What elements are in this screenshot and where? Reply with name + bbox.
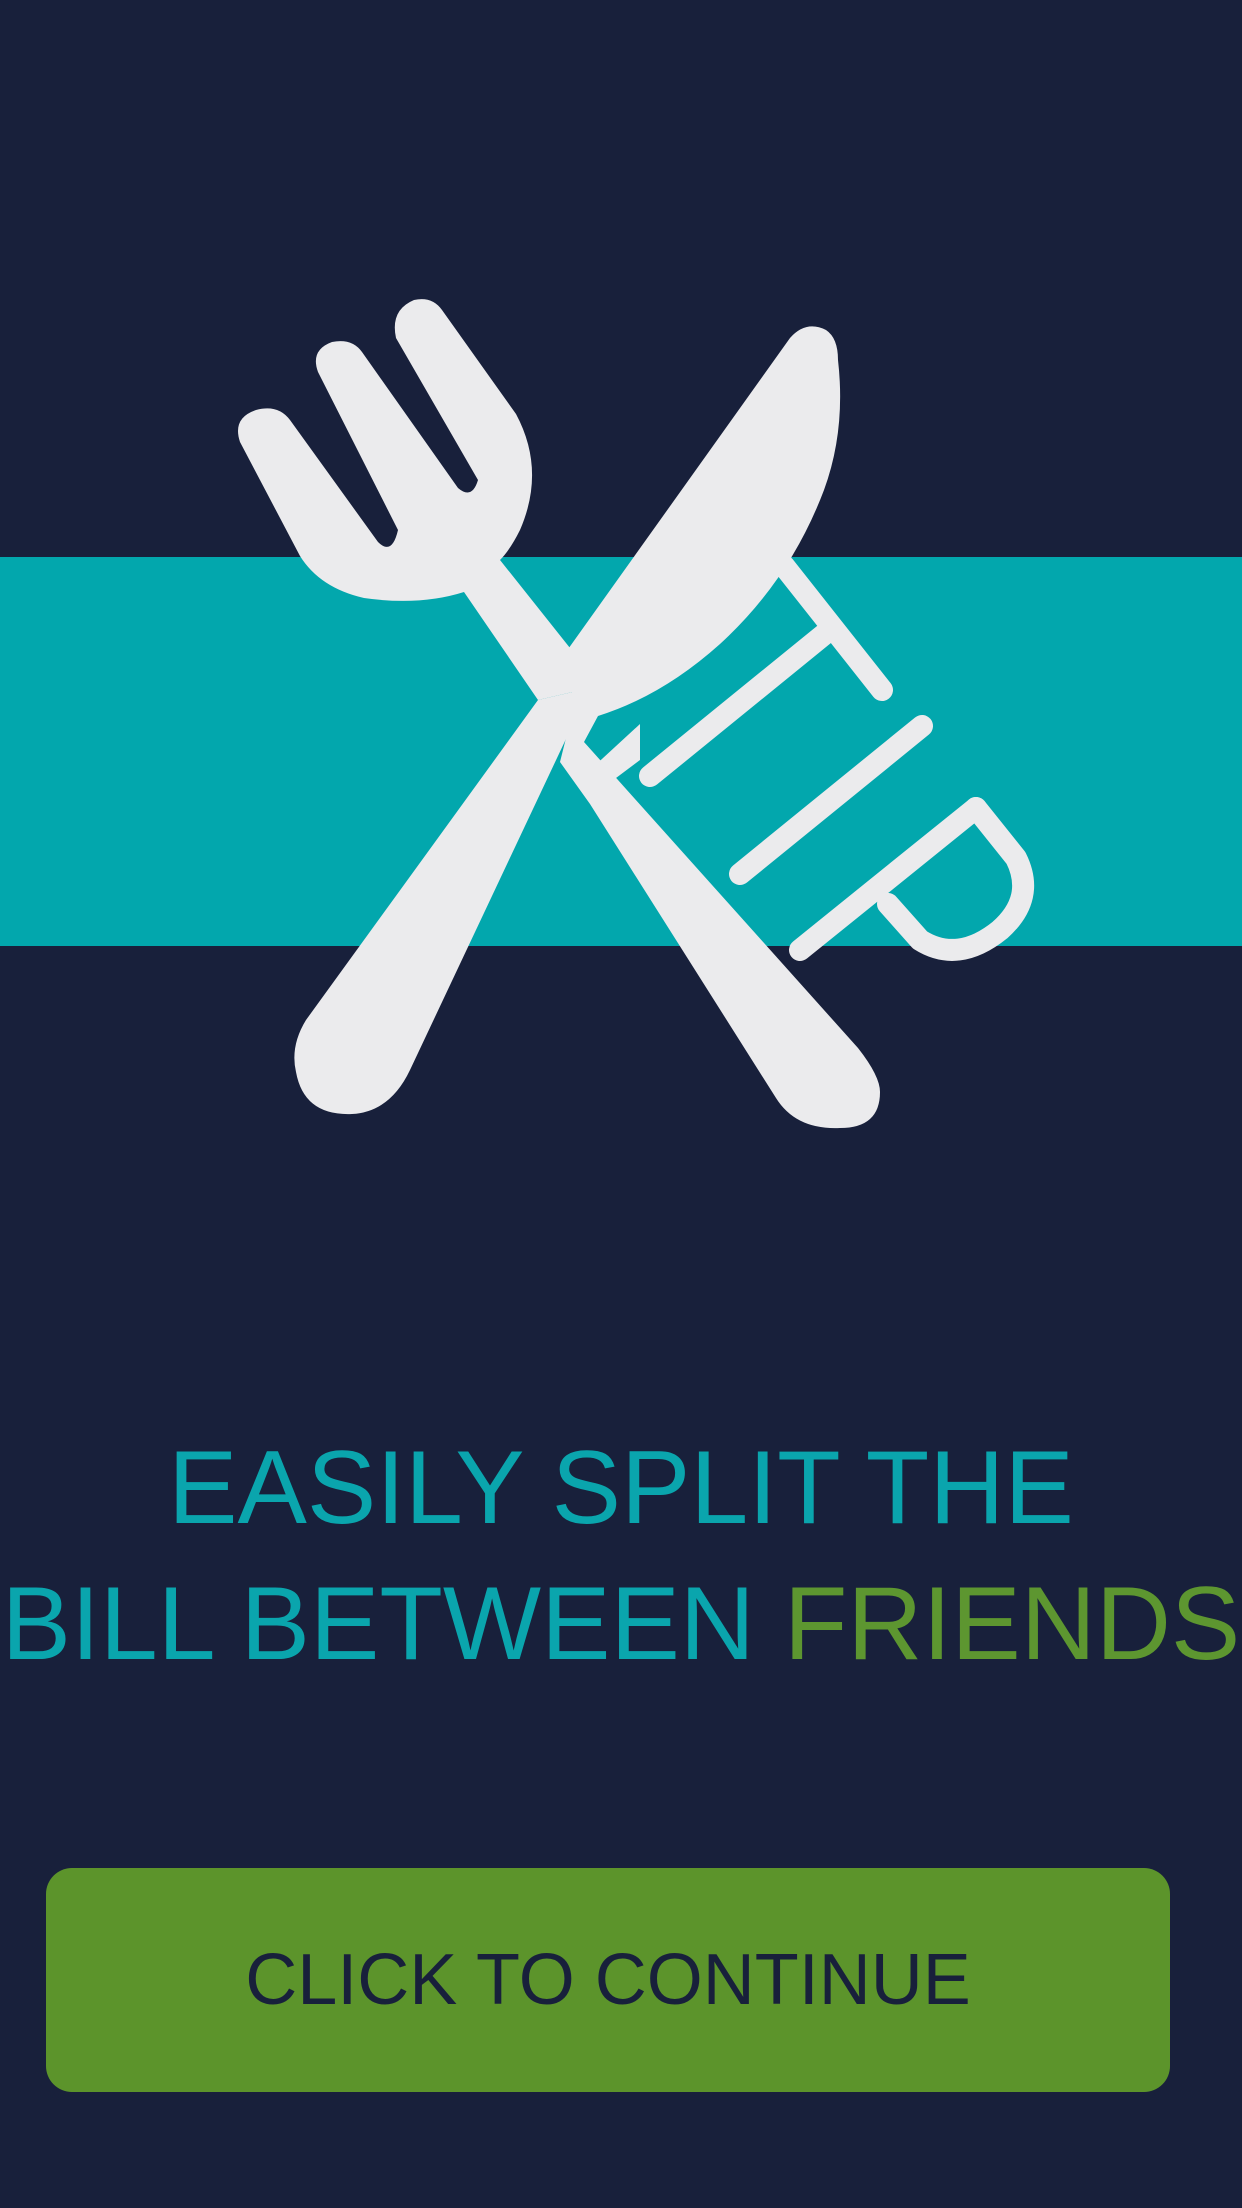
- headline: EASILY SPLIT THE BILL BETWEEN FRIENDS: [0, 1420, 1242, 1692]
- headline-accent-word: FRIENDS: [783, 1566, 1241, 1682]
- headline-line-2: BILL BETWEEN FRIENDS: [0, 1556, 1242, 1692]
- headline-line-1: EASILY SPLIT THE: [168, 1430, 1074, 1546]
- continue-button[interactable]: CLICK TO CONTINUE: [46, 1868, 1170, 2092]
- continue-button-label: CLICK TO CONTINUE: [245, 1940, 971, 2020]
- fork-icon: [238, 299, 590, 1115]
- app-logo: [238, 299, 1035, 1129]
- onboarding-screen: EASILY SPLIT THE BILL BETWEEN FRIENDS CL…: [0, 0, 1242, 2208]
- headline-line-2-prefix: BILL BETWEEN: [1, 1566, 755, 1682]
